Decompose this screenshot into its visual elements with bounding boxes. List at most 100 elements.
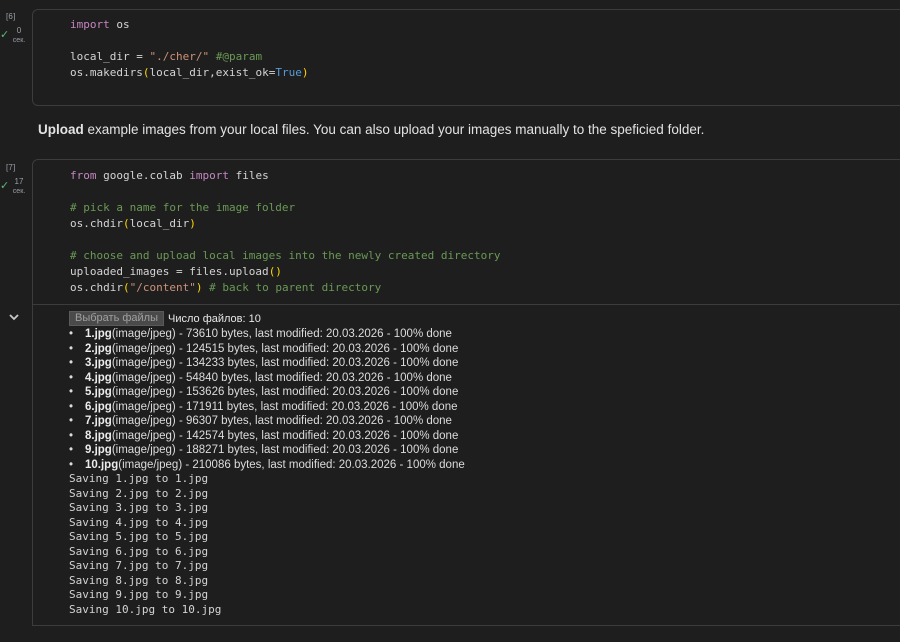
code-line: uploaded_images = files.upload() (70, 264, 500, 280)
code-token: # pick a name for the image folder (70, 201, 296, 214)
list-item: • 3.jpg(image/jpeg) - 134233 bytes, last … (69, 356, 465, 371)
cell-6-gutter: [6] ✓ 0 сек. (0, 12, 32, 52)
choose-files-button[interactable]: Выбрать файлы (69, 311, 164, 326)
code-token: # back to parent directory (209, 281, 382, 294)
code-line: # pick a name for the image folder (70, 200, 500, 216)
markdown-text: example images from your local files. Yo… (83, 122, 705, 137)
list-item: • 8.jpg(image/jpeg) - 142574 bytes, last … (69, 429, 465, 444)
elapsed-unit: сек. (12, 188, 26, 195)
list-item: • 4.jpg(image/jpeg) - 54840 bytes, last m… (69, 371, 465, 386)
file-details: (image/jpeg) - 153626 bytes, last modifi… (111, 386, 459, 398)
file-name: 4.jpg (85, 371, 112, 384)
bullet-icon: • (69, 342, 74, 355)
file-count-label: Число файлов: 10 (168, 312, 261, 325)
code-editor-6[interactable]: import os local_dir = "./cher/" #@param os… (70, 17, 308, 81)
file-details: (image/jpeg) - 54840 bytes, last modifie… (111, 371, 452, 384)
file-details: (image/jpeg) - 73610 bytes, last modifie… (111, 328, 452, 340)
bullet-icon: • (69, 328, 74, 340)
code-token: import (70, 18, 110, 31)
code-token: import (189, 169, 229, 182)
code-token: os.chdir (70, 217, 123, 230)
saving-line: Saving 9.jpg to 9.jpg (69, 588, 209, 601)
file-name: 3.jpg (85, 357, 112, 369)
markdown-cell: Upload example images from your local fi… (38, 122, 704, 137)
saving-log: Saving 1.jpg to 1.jpg Saving 2.jpg to 2.j… (69, 472, 221, 617)
code-line: from google.colab import files (70, 168, 500, 184)
code-line: os.makedirs(local_dir,exist_ok=True) (70, 65, 308, 81)
list-item: • 10.jpg(image/jpeg) - 210086 bytes, last… (69, 458, 465, 473)
code-token: google.colab (96, 169, 190, 182)
list-item: • 1.jpg(image/jpeg) - 73610 bytes, last m… (69, 327, 465, 342)
uploaded-file-list: • 1.jpg(image/jpeg) - 73610 bytes, last m… (69, 327, 465, 472)
file-details: (image/jpeg) - 188271 bytes, last modifi… (111, 444, 459, 456)
code-token: os.makedirs (70, 66, 143, 79)
code-token: os (109, 18, 130, 31)
saving-line: Saving 5.jpg to 5.jpg (69, 530, 209, 543)
code-editor-7[interactable]: from google.colab import files # pick a n… (70, 168, 500, 296)
code-line: local_dir = "./cher/" #@param (70, 49, 308, 65)
file-name: 5.jpg (85, 386, 112, 398)
execution-count: [7] (6, 163, 16, 172)
code-token: ( (122, 281, 130, 294)
code-token: True (275, 66, 302, 79)
file-details: (image/jpeg) - 142574 bytes, last modifi… (111, 429, 459, 442)
chevron-down-icon[interactable] (8, 311, 20, 323)
code-token: os.chdir (70, 281, 123, 294)
file-details: (image/jpeg) - 134233 bytes, last modifi… (111, 357, 459, 369)
code-token: uploaded_images = files.upload (70, 265, 269, 278)
code-line: os.chdir(local_dir) (70, 216, 500, 232)
markdown-bold: Upload (38, 122, 84, 137)
file-details: (image/jpeg) - 124515 bytes, last modifi… (111, 342, 459, 355)
file-details: (image/jpeg) - 210086 bytes, last modifi… (118, 458, 465, 471)
code-token: ) (189, 217, 196, 230)
code-token: local_dir,exist_ok= (149, 66, 276, 79)
bullet-icon: • (69, 371, 74, 384)
code-token: "./cher/" (149, 50, 210, 63)
saving-line: Saving 7.jpg to 7.jpg (69, 559, 209, 572)
file-name: 2.jpg (85, 342, 112, 355)
bullet-icon: • (69, 400, 74, 413)
code-line: # choose and upload local images into th… (70, 248, 500, 264)
file-name: 7.jpg (85, 415, 112, 427)
saving-line: Saving 4.jpg to 4.jpg (69, 515, 209, 529)
list-item: • 6.jpg(image/jpeg) - 171911 bytes, last … (69, 400, 465, 415)
file-upload-widget: Выбрать файлы Число файлов: 10 (69, 311, 261, 326)
code-token: "/content" (129, 281, 196, 294)
bullet-icon: • (69, 429, 74, 442)
code-token: #@param (215, 50, 263, 63)
code-token: local_dir (129, 217, 190, 230)
code-token: # choose and upload local images into th… (70, 249, 501, 262)
saving-line: Saving 6.jpg to 6.jpg (69, 544, 209, 558)
bullet-icon: • (69, 458, 74, 471)
file-name: 9.jpg (85, 444, 112, 456)
code-line: os.chdir("/content") # back to parent di… (70, 280, 500, 296)
list-item: • 5.jpg(image/jpeg) - 153626 bytes, last … (69, 385, 465, 400)
code-token: files (228, 169, 269, 182)
file-details: (image/jpeg) - 171911 bytes, last modifi… (111, 400, 458, 413)
saving-line: Saving 3.jpg to 3.jpg (69, 501, 209, 514)
bullet-icon: • (69, 386, 74, 398)
saving-line: Saving 1.jpg to 1.jpg (69, 472, 209, 485)
code-token: () (268, 265, 282, 278)
bullet-icon: • (69, 444, 74, 456)
file-name: 8.jpg (85, 429, 112, 442)
saving-line: Saving 10.jpg to 10.jpg (69, 602, 222, 616)
file-details: (image/jpeg) - 96307 bytes, last modifie… (111, 415, 452, 427)
saving-line: Saving 2.jpg to 2.jpg (69, 486, 209, 500)
code-line: import os (70, 17, 308, 33)
list-item: • 2.jpg(image/jpeg) - 124515 bytes, last … (69, 342, 465, 357)
bullet-icon: • (69, 357, 74, 369)
cell-7-gutter: [7] ✓ 17 сек. (0, 163, 32, 203)
elapsed-unit: сек. (12, 37, 26, 44)
list-item: • 9.jpg(image/jpeg) - 188271 bytes, last … (69, 443, 465, 458)
file-name: 1.jpg (85, 328, 112, 340)
code-token: local_dir = (70, 50, 150, 63)
file-name: 10.jpg (85, 458, 119, 471)
list-item: • 7.jpg(image/jpeg) - 96307 bytes, last m… (69, 414, 465, 429)
saving-line: Saving 8.jpg to 8.jpg (69, 573, 209, 587)
file-name: 6.jpg (85, 400, 112, 413)
